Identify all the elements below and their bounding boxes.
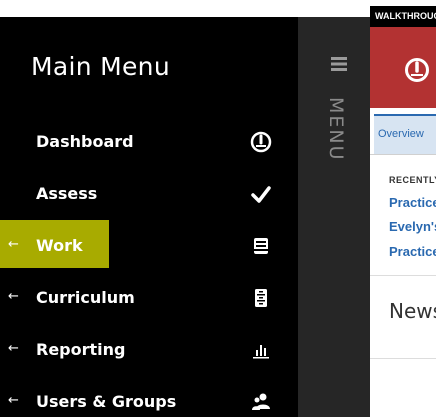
menu-item-assess[interactable]: Assess: [0, 177, 298, 211]
curriculum-cabinet-icon: [255, 289, 267, 307]
menu-item-arrow: ←: [8, 341, 19, 356]
menu-item-label: Users & Groups: [36, 392, 177, 411]
main-menu-title: Main Menu: [31, 52, 170, 81]
walkthrough-button[interactable]: WALKTHROUGH: [370, 6, 436, 27]
recent-link[interactable]: Practice: [389, 244, 436, 259]
tab-overview[interactable]: Overview: [374, 114, 436, 154]
menu-item-users-groups[interactable]: ← Users & Groups: [0, 385, 298, 419]
menu-item-arrow: ←: [8, 289, 19, 304]
tab-bar: Overview: [370, 108, 436, 155]
menu-toggle-strip[interactable]: [298, 17, 370, 417]
work-tray-icon: [253, 238, 269, 254]
menu-item-arrow: ←: [8, 237, 19, 252]
news-card: News: [370, 275, 436, 359]
recent-link[interactable]: Practice: [389, 195, 436, 210]
menu-item-label: Assess: [36, 184, 98, 203]
menu-vertical-label: MENU: [325, 97, 347, 162]
recent-heading: RECENTLY: [389, 175, 436, 185]
recent-section: RECENTLY Practice Evelyn's Practice: [370, 154, 436, 274]
gauge-logo-icon: [405, 58, 429, 82]
menu-item-curriculum[interactable]: ← Curriculum: [0, 281, 298, 315]
hamburger-icon[interactable]: [331, 56, 347, 72]
menu-item-reporting[interactable]: ← Reporting: [0, 333, 298, 367]
menu-item-dashboard[interactable]: Dashboard: [0, 125, 298, 159]
menu-item-label: Dashboard: [36, 132, 134, 151]
recent-link[interactable]: Evelyn's: [389, 219, 436, 234]
app-header: [370, 27, 436, 108]
checkmark-icon: [251, 186, 271, 203]
news-title: News: [389, 299, 436, 323]
menu-item-label: Work: [36, 236, 83, 255]
menu-item-label: Curriculum: [36, 288, 135, 307]
dashboard-gauge-icon: [250, 131, 272, 153]
menu-item-label: Reporting: [36, 340, 126, 359]
menu-vertical-text: MENU: [325, 97, 347, 162]
users-icon: [252, 393, 270, 410]
menu-item-arrow: ←: [8, 393, 19, 408]
menu-item-work[interactable]: ← Work: [0, 229, 298, 263]
bar-chart-icon: [253, 345, 269, 359]
